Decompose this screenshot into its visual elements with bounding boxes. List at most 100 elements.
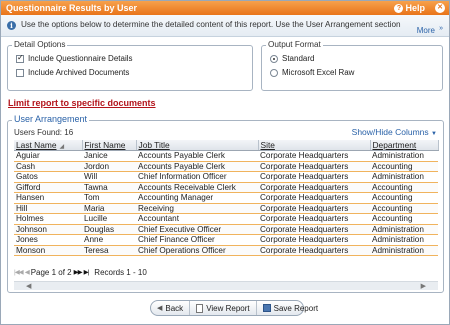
detail-options-group: Detail Options Include Questionnaire Det… <box>7 40 253 91</box>
show-hide-columns-link[interactable]: Show/Hide Columns ▼ <box>352 127 437 137</box>
cell-last-name: Cash <box>14 161 82 172</box>
document-icon <box>196 303 204 313</box>
cell-first-name: Tom <box>82 192 136 204</box>
view-report-label: View Report <box>206 303 250 313</box>
cell-job-title: Accounting Manager <box>136 192 258 204</box>
column-header-last-name[interactable]: Last Name ◢ <box>14 140 83 151</box>
include-questionnaire-details-checkbox[interactable] <box>16 53 24 63</box>
help-button[interactable]: ? Help <box>394 3 425 13</box>
info-icon: i <box>7 21 16 30</box>
scroll-left-icon[interactable]: ◀ <box>26 282 31 290</box>
horizontal-scrollbar[interactable]: ◀ ▶ <box>14 281 438 290</box>
table-row[interactable]: Cash Jordon Accounts Payable Clerk Corpo… <box>14 161 438 172</box>
help-icon: ? <box>394 3 404 13</box>
cell-last-name: Hill <box>14 203 82 214</box>
table-row[interactable]: Monson Teresa Chief Operations Officer C… <box>14 245 438 256</box>
column-header-site[interactable]: Site <box>258 140 371 151</box>
detail-options-legend: Detail Options <box>12 40 68 49</box>
first-page-icon[interactable]: |◀◀ <box>14 268 24 276</box>
records-indicator: Records 1 - 10 <box>94 267 147 277</box>
cell-job-title: Accounts Payable Clerk <box>136 150 258 162</box>
next-page-icon[interactable]: ▶▶ <box>74 268 83 276</box>
more-link[interactable]: More <box>417 26 435 35</box>
cell-first-name: Jordon <box>82 161 136 172</box>
cell-site: Corporate Headquarters <box>258 213 370 225</box>
chevron-double-down-icon[interactable]: » <box>439 25 443 32</box>
cell-job-title: Chief Information Officer <box>136 171 258 183</box>
cell-department: Administration <box>370 150 438 162</box>
cell-site: Corporate Headquarters <box>258 150 370 162</box>
cell-site: Corporate Headquarters <box>258 171 370 183</box>
table-row[interactable]: Hill Maria Receiving Corporate Headquart… <box>14 203 438 214</box>
cell-job-title: Chief Executive Officer <box>136 224 258 235</box>
close-icon[interactable]: ✕ <box>435 3 445 13</box>
view-report-button[interactable]: View Report <box>190 301 257 315</box>
users-found-count: Users Found: 16 <box>14 128 74 137</box>
cell-last-name: Johnson <box>14 224 82 235</box>
cell-first-name: Janice <box>82 150 136 162</box>
include-questionnaire-details-label: Include Questionnaire Details <box>28 54 133 63</box>
cell-first-name: Anne <box>82 234 136 246</box>
cell-department: Administration <box>370 171 438 183</box>
cell-job-title: Receiving <box>136 203 258 214</box>
cell-last-name: Aguiar <box>14 150 82 162</box>
cell-department: Accounting <box>370 192 438 204</box>
cell-first-name: Teresa <box>82 245 136 256</box>
cell-last-name: Gifford <box>14 182 82 193</box>
cell-job-title: Accounts Payable Clerk <box>136 161 258 172</box>
save-disk-icon <box>262 304 271 312</box>
table-row[interactable]: Hansen Tom Accounting Manager Corporate … <box>14 192 438 204</box>
title-bar: Questionnaire Results by User ? Help ✕ <box>1 1 449 15</box>
cell-first-name: Douglas <box>82 224 136 235</box>
excel-raw-option[interactable]: Microsoft Excel Raw <box>270 68 354 77</box>
cell-site: Corporate Headquarters <box>258 203 370 214</box>
cell-site: Corporate Headquarters <box>258 161 370 172</box>
cell-last-name: Monson <box>14 245 82 256</box>
back-button[interactable]: ◀ Back <box>151 301 191 315</box>
column-header-first-name[interactable]: First Name <box>82 140 137 151</box>
include-archived-documents-option[interactable]: Include Archived Documents <box>16 68 129 77</box>
cell-department: Accounting <box>370 161 438 172</box>
standard-radio[interactable] <box>270 54 278 63</box>
table-row[interactable]: Holmes Lucille Accountant Corporate Head… <box>14 213 438 225</box>
info-bar: i Use the options below to determine the… <box>1 15 449 37</box>
save-report-button[interactable]: Save Report <box>257 301 324 315</box>
excel-raw-label: Microsoft Excel Raw <box>282 68 355 77</box>
column-header-job-title[interactable]: Job Title <box>136 140 259 151</box>
cell-last-name: Jones <box>14 234 82 246</box>
previous-page-icon[interactable]: ◀ <box>25 268 30 276</box>
cell-department: Administration <box>370 234 438 246</box>
show-hide-columns-label: Show/Hide Columns <box>351 127 429 137</box>
last-page-icon[interactable]: ▶| <box>84 268 90 276</box>
caret-down-icon: ▼ <box>431 131 437 137</box>
sort-icon: ◢ <box>59 144 65 150</box>
scroll-right-icon[interactable]: ▶ <box>421 282 426 290</box>
cell-first-name: Will <box>82 171 136 183</box>
include-questionnaire-details-option[interactable]: Include Questionnaire Details <box>16 53 133 63</box>
output-format-group: Output Format Standard Microsoft Excel R… <box>261 40 443 91</box>
back-label: Back <box>165 303 184 313</box>
cell-department: Accounting <box>370 182 438 193</box>
table-row[interactable]: Gatos Will Chief Information Officer Cor… <box>14 171 438 183</box>
cell-site: Corporate Headquarters <box>258 234 370 246</box>
table-row[interactable]: Johnson Douglas Chief Executive Officer … <box>14 224 438 235</box>
action-bar: ◀ Back View Report Save Report <box>150 300 318 316</box>
column-header-department[interactable]: Department <box>370 140 439 151</box>
help-label: Help <box>405 3 425 13</box>
cell-last-name: Hansen <box>14 192 82 204</box>
cell-job-title: Accounts Receivable Clerk <box>136 182 258 193</box>
standard-option[interactable]: Standard <box>270 54 314 63</box>
info-text: Use the options below to determine the d… <box>21 20 401 29</box>
table-row[interactable]: Gifford Tawna Accounts Receivable Clerk … <box>14 182 438 193</box>
cell-first-name: Lucille <box>82 213 136 225</box>
include-archived-documents-checkbox[interactable] <box>16 68 24 77</box>
cell-first-name: Maria <box>82 203 136 214</box>
cell-site: Corporate Headquarters <box>258 182 370 193</box>
include-archived-documents-label: Include Archived Documents <box>28 68 130 77</box>
excel-raw-radio[interactable] <box>270 68 278 77</box>
limit-report-link[interactable]: Limit report to specific documents <box>8 98 156 108</box>
cell-last-name: Holmes <box>14 213 82 225</box>
table-row[interactable]: Aguiar Janice Accounts Payable Clerk Cor… <box>14 150 438 162</box>
report-dialog: Questionnaire Results by User ? Help ✕ i… <box>0 0 450 325</box>
table-row[interactable]: Jones Anne Chief Finance Officer Corpora… <box>14 234 438 246</box>
